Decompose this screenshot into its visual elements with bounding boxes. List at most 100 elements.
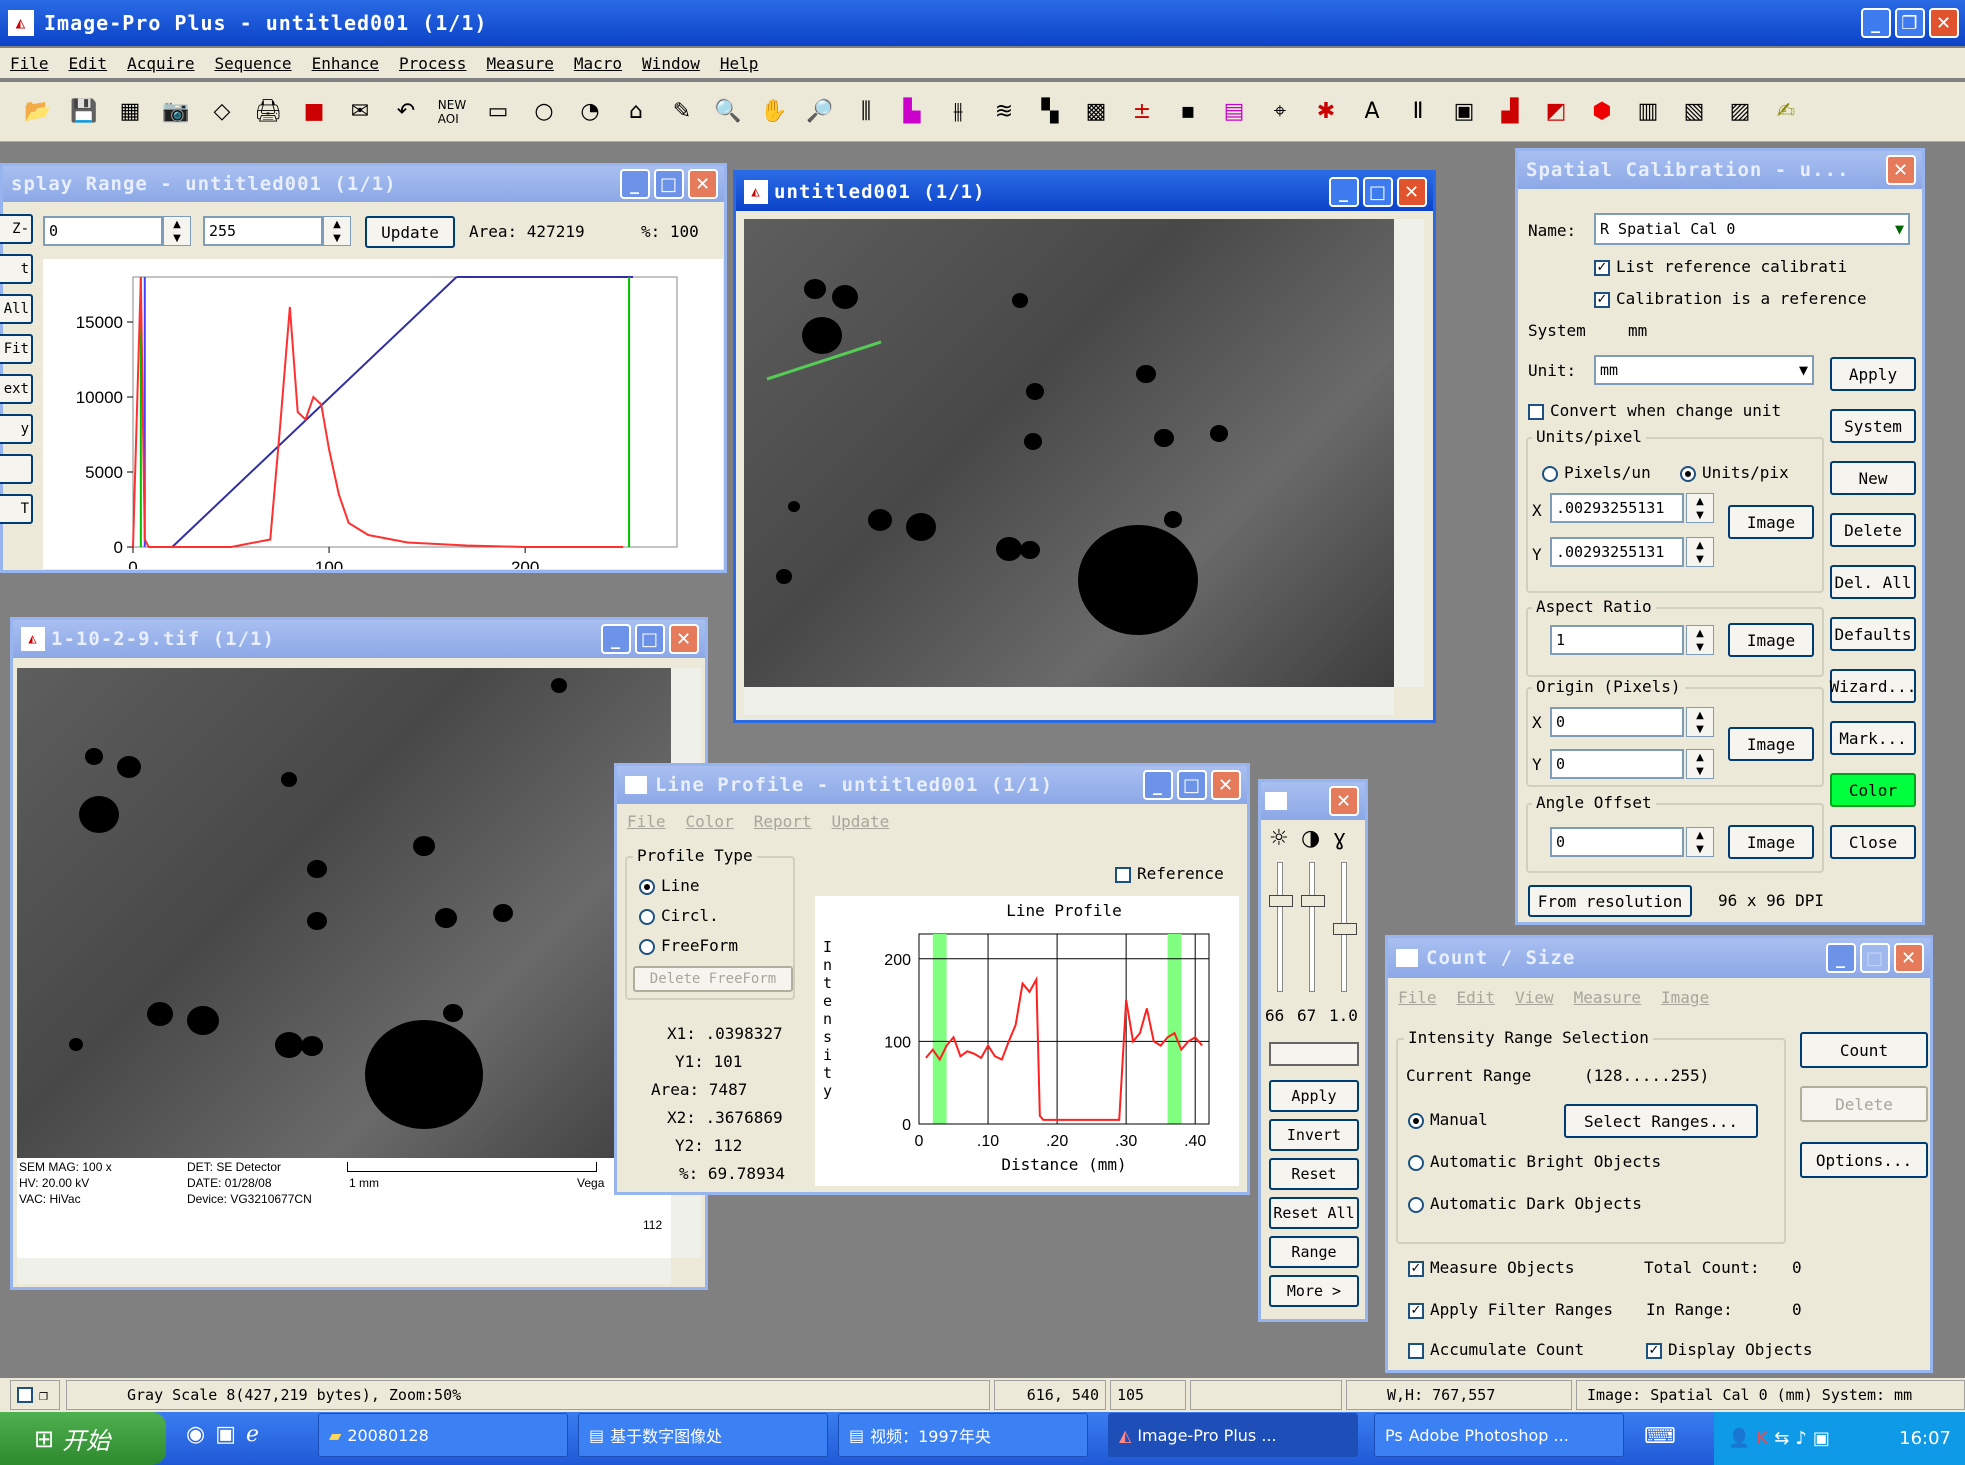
slider-thumb[interactable] xyxy=(1301,895,1325,907)
spatial-apply-button[interactable]: Apply xyxy=(1830,357,1916,391)
close-icon[interactable]: ✕ xyxy=(1894,943,1924,973)
lp-menu-report[interactable]: Report xyxy=(754,812,812,831)
levels-icon[interactable]: ⫼ xyxy=(848,94,884,130)
side-button-0[interactable]: Z- xyxy=(0,214,33,244)
x-units-spinner[interactable]: ▲ ▼ xyxy=(1686,493,1714,523)
y-units-input[interactable]: .00293255131 xyxy=(1550,537,1684,567)
menu-macro[interactable]: Macro xyxy=(574,54,622,73)
menu-edit[interactable]: Edit xyxy=(69,54,108,73)
line-radio[interactable]: Line xyxy=(639,876,700,895)
spatial-color-button[interactable]: Color xyxy=(1830,773,1916,807)
spatial-system-button[interactable]: System xyxy=(1830,409,1916,443)
restore-icon[interactable]: ❐ xyxy=(1895,8,1925,38)
lp-menu-color[interactable]: Color xyxy=(686,812,734,831)
x-units-input[interactable]: .00293255131 xyxy=(1550,493,1684,523)
camera-icon[interactable]: 📷 xyxy=(158,94,194,130)
range-max-spinner[interactable]: ▲ ▼ xyxy=(323,216,351,246)
range-min-input[interactable]: 0 xyxy=(43,216,163,246)
angle-input[interactable]: 0 xyxy=(1550,827,1684,857)
adjust-reset-all-button[interactable]: Reset All xyxy=(1269,1197,1359,1229)
side-button-1[interactable]: t xyxy=(0,254,33,284)
menu-measure[interactable]: Measure xyxy=(486,54,553,73)
unit-select[interactable]: mm ▼ xyxy=(1594,355,1814,385)
matrix-icon[interactable]: ▩ xyxy=(1078,94,1114,130)
vertical-scrollbar[interactable] xyxy=(1394,219,1424,687)
hand-icon[interactable]: ✋ xyxy=(756,94,792,130)
close-icon[interactable]: ✕ xyxy=(669,624,699,654)
user-icon[interactable]: 👤 xyxy=(1728,1428,1750,1449)
side-button-2[interactable]: All xyxy=(0,294,33,324)
maximize-icon[interactable]: □ xyxy=(1363,177,1393,207)
task-image-pro[interactable]: ◭ Image-Pro Plus ... xyxy=(1108,1413,1358,1457)
database-icon[interactable]: ▣ xyxy=(1446,94,1482,130)
macro-icon[interactable]: ▨ xyxy=(1722,94,1758,130)
cs-menu-edit[interactable]: Edit xyxy=(1457,988,1496,1007)
image-origin-button[interactable]: Image xyxy=(1728,727,1814,761)
preset-selector[interactable] xyxy=(1269,1042,1359,1066)
pixel-icon[interactable]: ▪ xyxy=(1170,94,1206,130)
adjust-range-button[interactable]: Range xyxy=(1269,1236,1359,1268)
cs-menu-image[interactable]: Image xyxy=(1661,988,1709,1007)
maximize-icon[interactable]: □ xyxy=(635,624,665,654)
new-aoi-icon[interactable]: NEW AOI xyxy=(434,94,470,130)
from-resolution-button[interactable]: From resolution xyxy=(1528,885,1692,917)
image-units-button[interactable]: Image xyxy=(1728,505,1814,539)
update-button[interactable]: Update xyxy=(365,216,455,248)
spatial-close-button[interactable]: Close xyxy=(1830,825,1916,859)
close-icon[interactable]: ✕ xyxy=(1329,786,1359,816)
network-icon[interactable]: ⇆ xyxy=(1774,1428,1789,1449)
slider-thumb[interactable] xyxy=(1333,923,1357,935)
maximize-icon[interactable]: □ xyxy=(1177,770,1207,800)
keyboard-icon[interactable]: ⌨ xyxy=(1644,1424,1676,1449)
minimize-icon[interactable]: _ xyxy=(1143,770,1173,800)
wand-icon[interactable]: ⌂ xyxy=(618,94,654,130)
measure-icon[interactable]: ⌖ xyxy=(1262,94,1298,130)
slider-thumb[interactable] xyxy=(1269,895,1293,907)
menu-file[interactable]: File xyxy=(10,54,49,73)
volume-icon[interactable]: ♪ xyxy=(1795,1428,1807,1449)
origin-x-spinner[interactable]: ▲ ▼ xyxy=(1686,707,1714,737)
start-button[interactable]: ⊞ 开始 xyxy=(0,1412,166,1465)
angle-spinner[interactable]: ▲ ▼ xyxy=(1686,827,1714,857)
caliper-icon[interactable]: Ⅱ xyxy=(1400,94,1436,130)
polygon-icon[interactable]: ◔ xyxy=(572,94,608,130)
spatial-delete-button[interactable]: Delete xyxy=(1830,513,1916,547)
math-icon[interactable]: ± xyxy=(1124,94,1160,130)
options-button[interactable]: Options... xyxy=(1800,1142,1928,1178)
close-icon[interactable]: ✕ xyxy=(688,169,718,199)
lp-menu-update[interactable]: Update xyxy=(832,812,890,831)
chart-icon[interactable]: ▟ xyxy=(1492,94,1528,130)
undo-icon[interactable]: ↶ xyxy=(388,94,424,130)
task-folder[interactable]: ▰ 20080128 xyxy=(318,1413,568,1457)
origin-y-input[interactable]: 0 xyxy=(1550,749,1684,779)
range-max-input[interactable]: 255 xyxy=(203,216,323,246)
antivirus-icon[interactable]: K xyxy=(1756,1428,1768,1449)
horizontal-scrollbar[interactable] xyxy=(17,1258,671,1284)
units-per-pixel-radio[interactable]: Units/pix xyxy=(1680,463,1789,482)
pixels-per-unit-radio[interactable]: Pixels/un xyxy=(1542,463,1651,482)
rectangle-icon[interactable]: ▭ xyxy=(480,94,516,130)
auto-dark-radio[interactable]: Automatic Dark Objects xyxy=(1408,1194,1642,1213)
aspect-input[interactable]: 1 xyxy=(1550,625,1684,655)
freeform-radio[interactable]: FreeForm xyxy=(639,936,738,955)
adjust-apply-button[interactable]: Apply xyxy=(1269,1080,1359,1112)
horizontal-scrollbar[interactable] xyxy=(744,687,1394,715)
y-units-spinner[interactable]: ▲ ▼ xyxy=(1686,537,1714,567)
task-photoshop[interactable]: Ps Adobe Photoshop ... xyxy=(1374,1413,1624,1457)
close-icon[interactable]: ✕ xyxy=(1886,155,1916,185)
print-icon[interactable]: 🖨 xyxy=(250,94,286,130)
menu-acquire[interactable]: Acquire xyxy=(127,54,194,73)
lp-menu-file[interactable]: File xyxy=(627,812,666,831)
auto-bright-radio[interactable]: Automatic Bright Objects xyxy=(1408,1152,1661,1171)
open-icon[interactable]: 📂 xyxy=(20,94,56,130)
side-button-3[interactable]: Fit xyxy=(0,334,33,364)
reference-checkbox[interactable]: Reference xyxy=(1115,864,1224,883)
close-icon[interactable]: ✕ xyxy=(1397,177,1427,207)
cube-icon[interactable]: ⬢ xyxy=(1584,94,1620,130)
side-button-4[interactable]: ext xyxy=(0,374,33,404)
layers-icon[interactable]: ≋ xyxy=(986,94,1022,130)
delete-freeform-button[interactable]: Delete FreeForm xyxy=(633,966,793,992)
origin-x-input[interactable]: 0 xyxy=(1550,707,1684,737)
minimize-icon[interactable]: _ xyxy=(1826,943,1856,973)
minimize-icon[interactable]: _ xyxy=(601,624,631,654)
